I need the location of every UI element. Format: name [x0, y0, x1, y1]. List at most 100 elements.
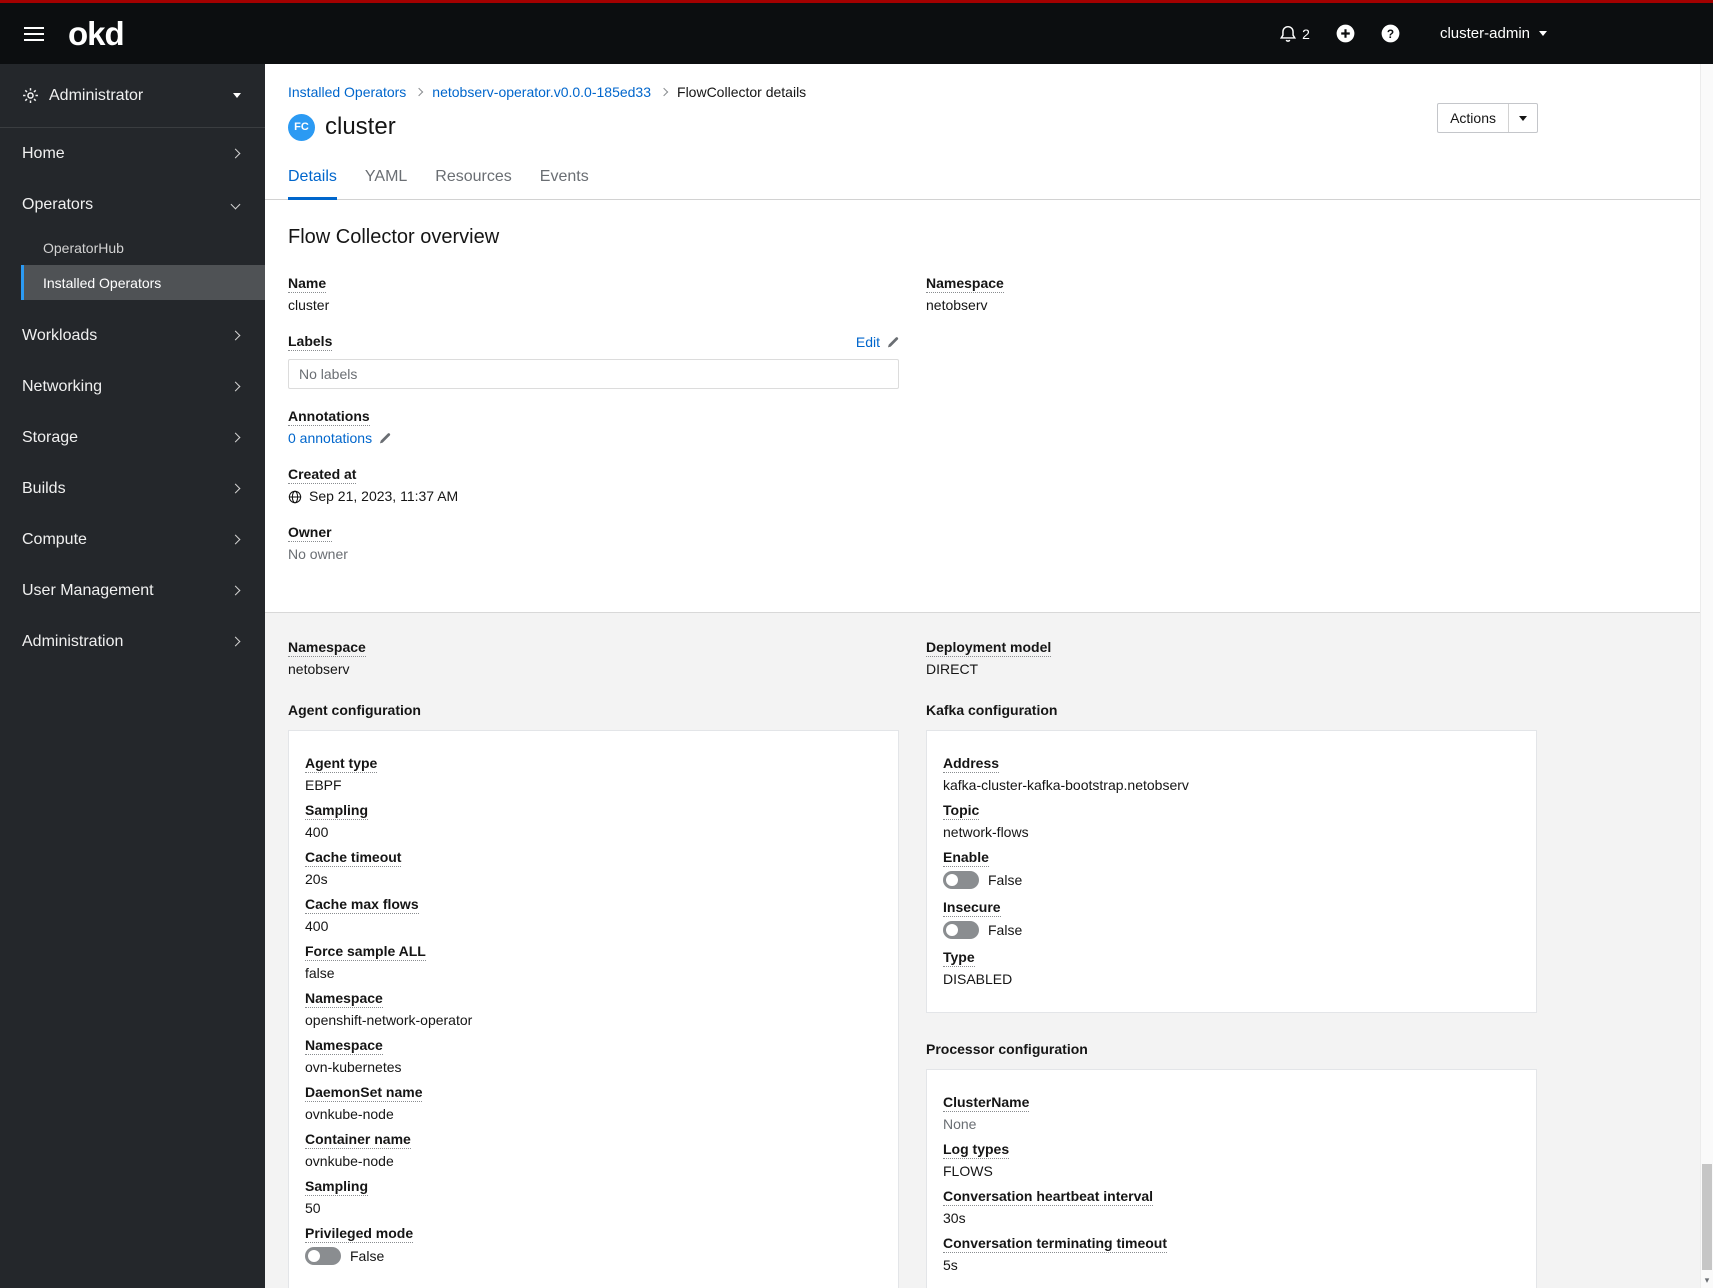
enable-toggle[interactable] [943, 871, 979, 889]
field-cache-timeout: Cache timeout 20s [305, 849, 882, 888]
field-label[interactable]: Sampling [305, 802, 369, 820]
field-label[interactable]: Privileged mode [305, 1225, 414, 1243]
sidebar-item-operators[interactable]: Operators [0, 179, 265, 230]
sidebar-item-user-management[interactable]: User Management [0, 565, 265, 616]
field-value: ovn-kubernetes [305, 1059, 402, 1075]
nav-label: Networking [22, 377, 103, 395]
breadcrumb-installed-operators[interactable]: Installed Operators [288, 84, 406, 100]
chevron-right-icon [230, 483, 241, 494]
sidebar-item-storage[interactable]: Storage [0, 412, 265, 463]
field-label[interactable]: ClusterName [943, 1094, 1030, 1112]
actions-dropdown-button[interactable]: Actions [1437, 103, 1538, 133]
sidebar-item-administration[interactable]: Administration [0, 616, 265, 667]
field-label[interactable]: Cache timeout [305, 849, 402, 867]
field-label[interactable]: Namespace [288, 639, 366, 657]
field-value: ovnkube-node [305, 1153, 394, 1169]
field-address: Address kafka-cluster-kafka-bootstrap.ne… [943, 755, 1520, 794]
sidebar-item-installed-operators[interactable]: Installed Operators [21, 265, 265, 300]
notification-count: 2 [1302, 25, 1310, 42]
field-clustername: ClusterName None [943, 1094, 1520, 1133]
sidebar-item-compute[interactable]: Compute [0, 514, 265, 565]
scrollbar-down-arrow[interactable]: ▾ [1701, 1272, 1713, 1288]
add-button[interactable] [1336, 24, 1355, 43]
bell-icon [1280, 25, 1297, 42]
field-label[interactable]: Force sample ALL [305, 943, 426, 961]
field-privileged-mode: Privileged mode False [305, 1225, 882, 1265]
nav-label: Workloads [22, 326, 98, 344]
okd-logo[interactable]: okd [68, 17, 125, 50]
pencil-icon [887, 336, 899, 347]
field-value: EBPF [305, 777, 342, 793]
field-label[interactable]: Conversation terminating timeout [943, 1235, 1168, 1253]
page-title: cluster [325, 113, 396, 140]
field-value: None [943, 1116, 977, 1132]
perspective-switcher[interactable]: Administrator [0, 64, 265, 128]
field-label[interactable]: Name [288, 275, 327, 293]
field-label[interactable]: Owner [288, 524, 332, 542]
caret-down-icon [233, 93, 241, 98]
tab-yaml[interactable]: YAML [365, 156, 407, 200]
resource-kind-badge: FC [288, 113, 315, 141]
privileged-mode-toggle[interactable] [305, 1247, 341, 1265]
sidebar-item-workloads[interactable]: Workloads [0, 310, 265, 361]
field-label[interactable]: Namespace [926, 275, 1004, 293]
field-label[interactable]: Sampling [305, 1178, 369, 1196]
field-label[interactable]: Annotations [288, 408, 370, 426]
tab-resources[interactable]: Resources [435, 156, 511, 200]
nav-label: User Management [22, 581, 154, 599]
toggle-knob [946, 874, 958, 886]
edit-labels-link[interactable]: Edit [856, 334, 899, 350]
field-container-name: Container name ovnkube-node [305, 1131, 882, 1170]
field-label[interactable]: Namespace [305, 1037, 383, 1055]
main-content: Installed Operators netobserv-operator.v… [265, 64, 1713, 1288]
caret-down-icon [1519, 115, 1527, 121]
breadcrumb-operator-version[interactable]: netobserv-operator.v0.0.0-185ed33 [432, 84, 651, 100]
notifications-button[interactable]: 2 [1279, 25, 1310, 43]
field-label[interactable]: Cache max flows [305, 896, 419, 914]
tab-details[interactable]: Details [288, 156, 337, 200]
field-label[interactable]: Enable [943, 849, 989, 867]
user-menu[interactable]: cluster-admin [1440, 25, 1547, 42]
field-label[interactable]: Type [943, 949, 975, 967]
field-label[interactable]: DaemonSet name [305, 1084, 423, 1102]
help-button[interactable]: ? [1381, 24, 1400, 43]
scrollbar-thumb[interactable] [1702, 1164, 1712, 1270]
field-value: 5s [943, 1257, 958, 1273]
field-label[interactable]: Deployment model [926, 639, 1052, 657]
field-label[interactable]: Container name [305, 1131, 411, 1149]
operators-subnav: OperatorHub Installed Operators [0, 230, 265, 310]
insecure-toggle[interactable] [943, 921, 979, 939]
field-label[interactable]: Conversation heartbeat interval [943, 1188, 1154, 1206]
annotations-count: 0 annotations [288, 430, 373, 446]
field-label[interactable]: Log types [943, 1141, 1010, 1159]
primary-nav: Home Operators OperatorHub Installed Ope… [0, 128, 265, 667]
field-label[interactable]: Created at [288, 466, 357, 484]
sidebar-item-operatorhub[interactable]: OperatorHub [21, 230, 265, 265]
annotations-edit-link[interactable]: 0 annotations [288, 430, 391, 447]
sidebar-item-home[interactable]: Home [0, 128, 265, 179]
field-created-at: Created at Sep 21, 2023, 11:37 AM [288, 466, 899, 505]
sidebar: Administrator Home Operators OperatorHub… [0, 64, 265, 1288]
nav-label: Home [22, 144, 65, 162]
breadcrumb-separator-icon [659, 87, 669, 97]
field-label[interactable]: Topic [943, 802, 980, 820]
field-sampling-2: Sampling 50 [305, 1178, 882, 1217]
nav-label: Operators [22, 195, 94, 213]
sidebar-item-networking[interactable]: Networking [0, 361, 265, 412]
nav-menu-toggle-button[interactable] [18, 17, 50, 51]
field-label[interactable]: Agent type [305, 755, 378, 773]
processor-configuration-card: ClusterName None Log types FLOWS Convers… [926, 1069, 1537, 1288]
vertical-scrollbar[interactable]: ▾ [1700, 64, 1713, 1288]
field-value: cluster [288, 297, 330, 313]
created-timestamp: Sep 21, 2023, 11:37 AM [309, 488, 459, 504]
field-value: network-flows [943, 824, 1029, 840]
field-insecure: Insecure False [943, 899, 1520, 939]
field-label[interactable]: Address [943, 755, 1000, 773]
field-label[interactable]: Insecure [943, 899, 1001, 917]
field-force-sample-all: Force sample ALL false [305, 943, 882, 982]
sidebar-item-builds[interactable]: Builds [0, 463, 265, 514]
field-label[interactable]: Labels [288, 333, 333, 351]
tab-events[interactable]: Events [540, 156, 589, 200]
field-label[interactable]: Namespace [305, 990, 383, 1008]
overview-heading: Flow Collector overview [288, 226, 500, 248]
